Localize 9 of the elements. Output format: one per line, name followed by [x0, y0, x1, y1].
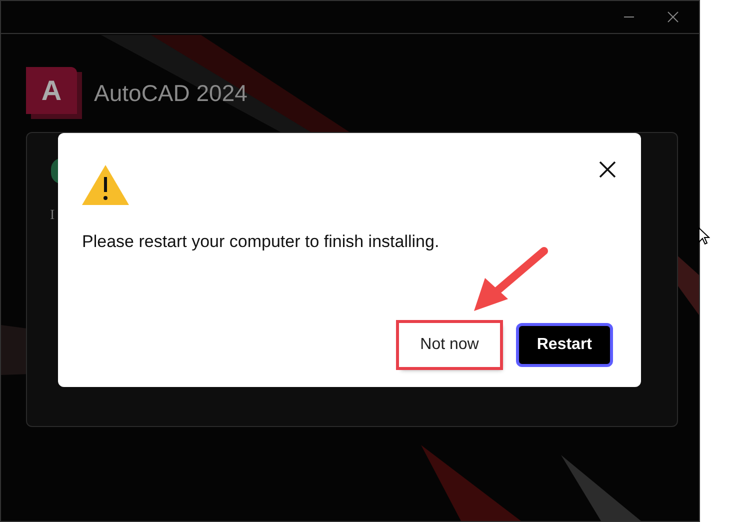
dialog-message: Please restart your computer to finish installing. [82, 231, 440, 253]
status-text: I [50, 207, 55, 225]
close-button[interactable] [597, 159, 617, 179]
warning-icon [82, 165, 129, 205]
restart-button[interactable]: Restart [516, 323, 613, 367]
not-now-button[interactable]: Not now [399, 323, 500, 367]
close-icon [598, 160, 616, 178]
close-icon[interactable] [667, 11, 679, 23]
app-title: AutoCAD 2024 [94, 78, 248, 108]
